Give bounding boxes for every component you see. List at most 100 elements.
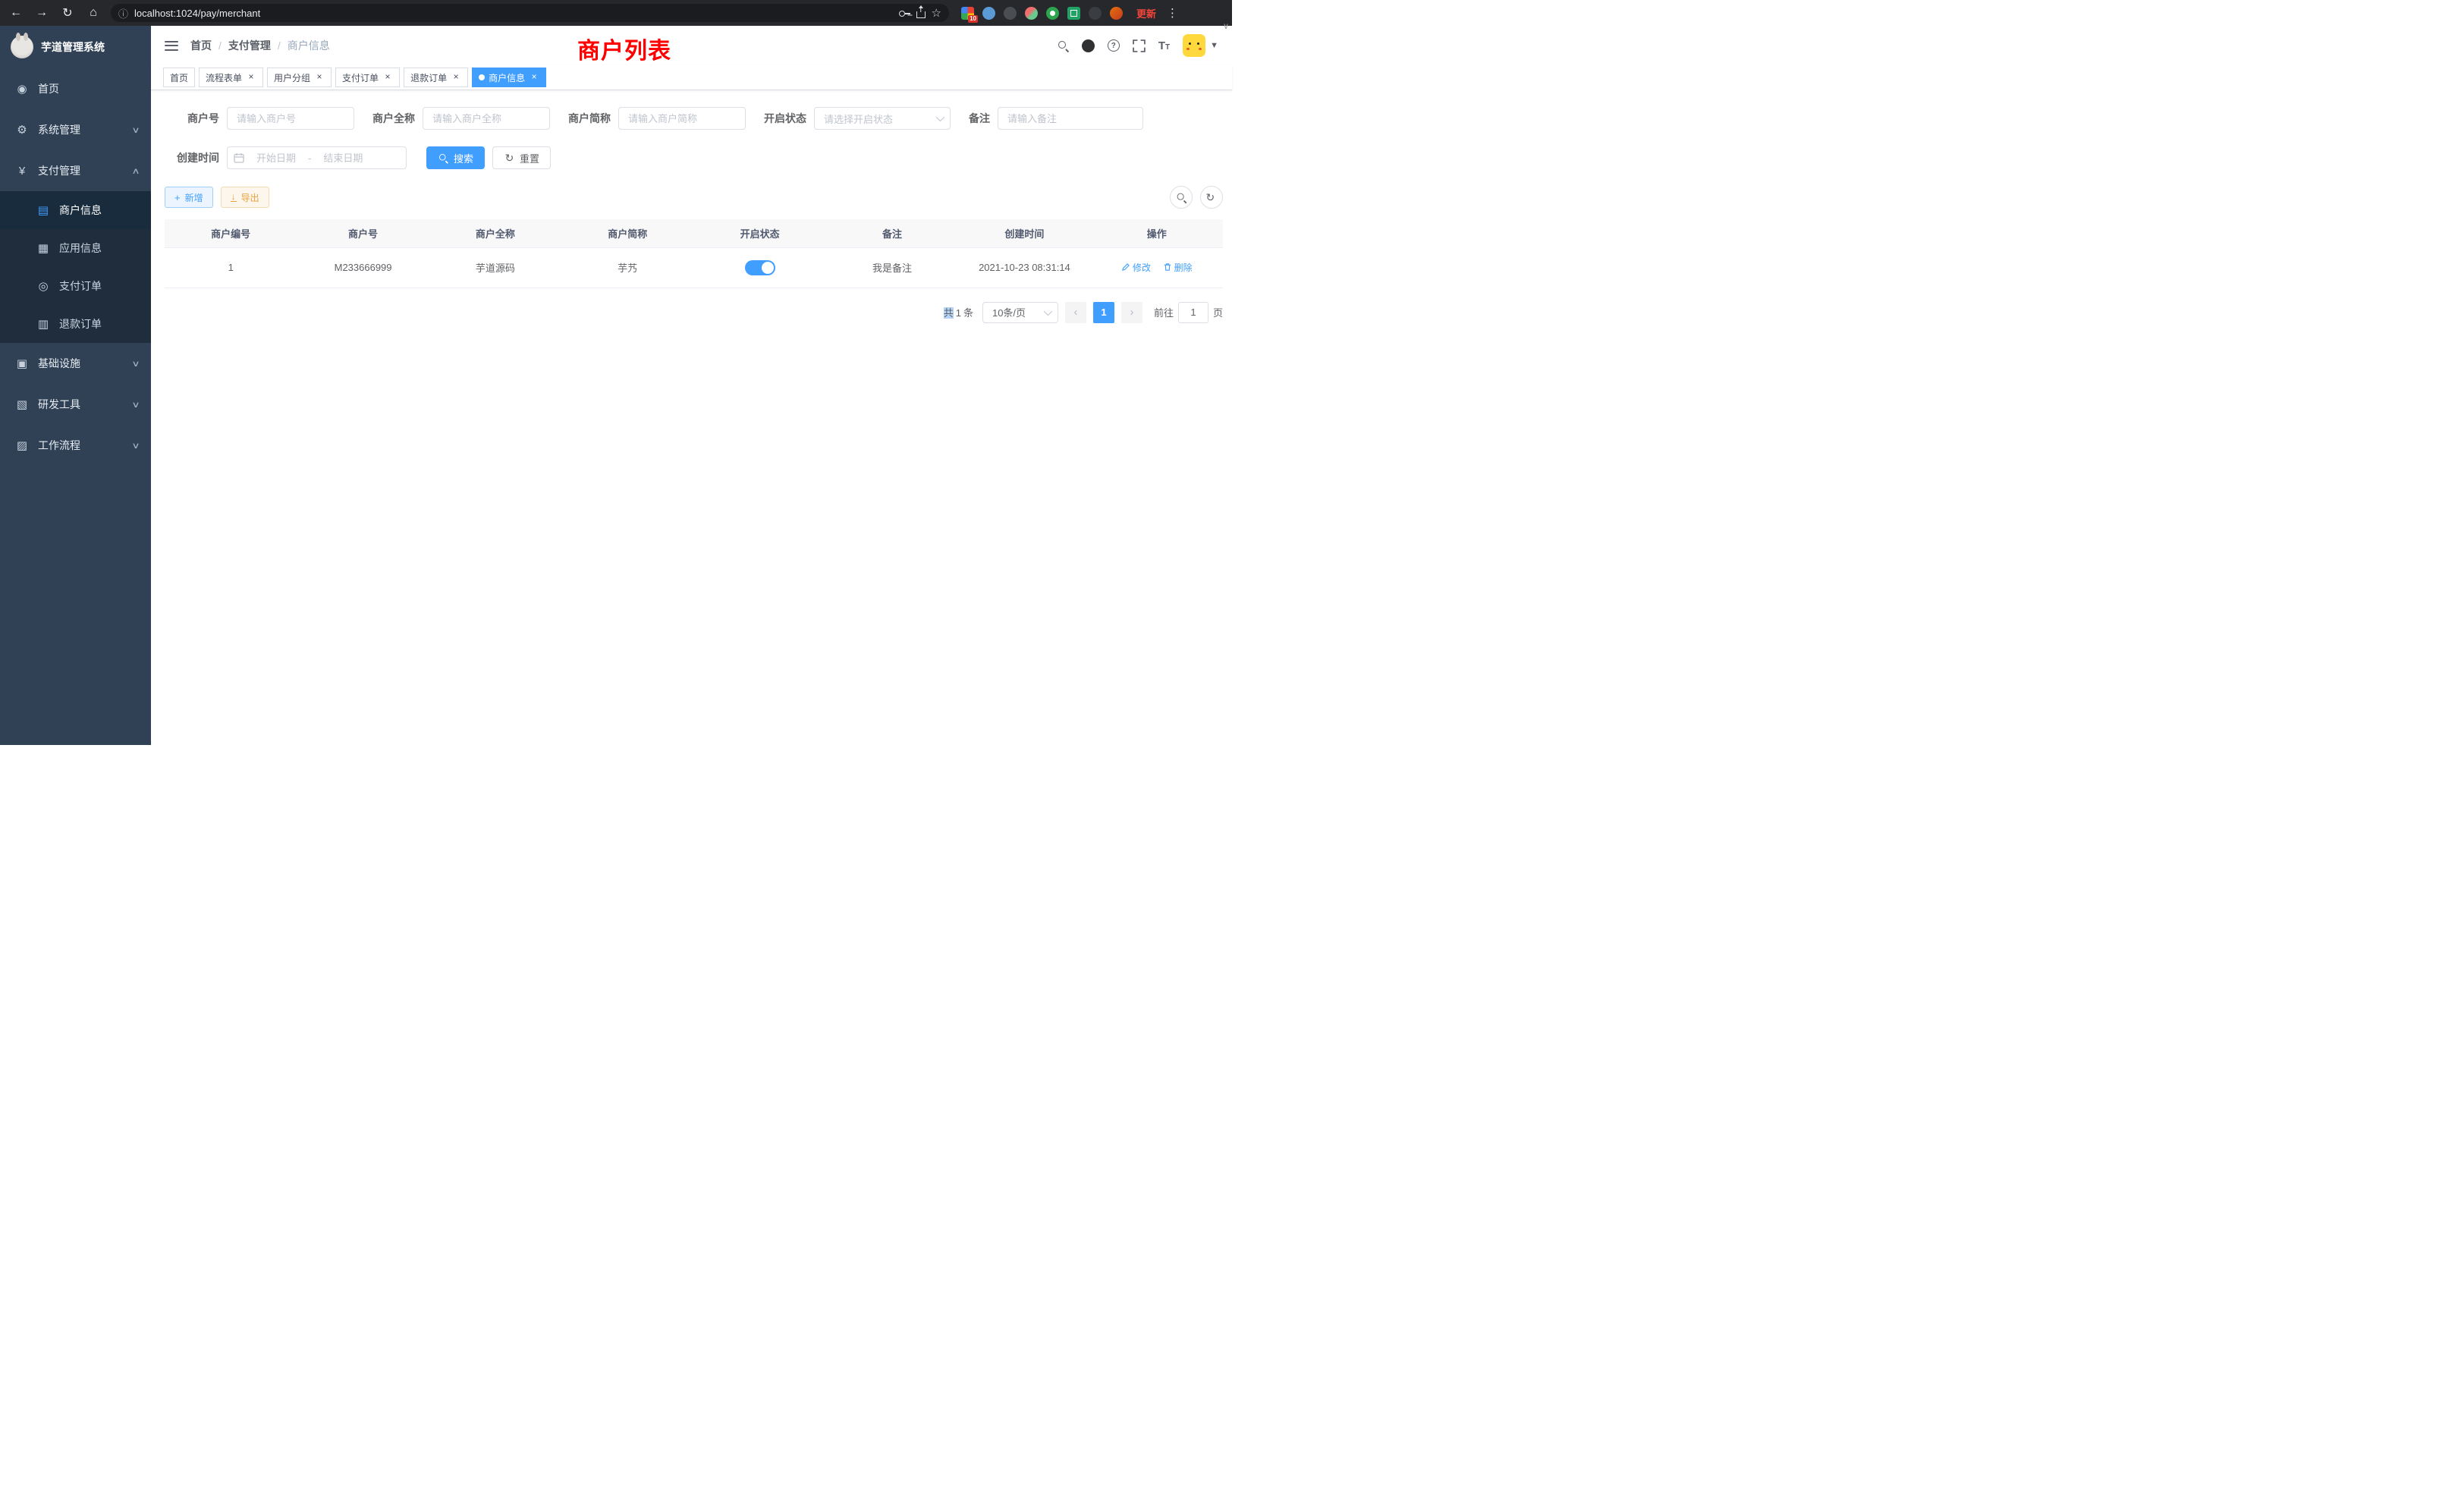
cell-full-name: 芋道源码 [429,247,561,288]
app-logo-row[interactable]: 芋道管理系统 [0,26,151,68]
close-icon[interactable]: × [246,72,256,83]
browser-update-button[interactable]: 更新 [1136,6,1156,20]
refund-doc-icon: ▥ [36,317,50,331]
status-toggle[interactable] [745,260,775,275]
tab-process-form[interactable]: 流程表单× [199,68,263,87]
profile-avatar-icon[interactable] [1110,7,1123,20]
search-icon [1176,192,1186,203]
extension-dark-icon[interactable] [1004,7,1017,20]
search-button[interactable]: 搜索 [426,146,485,169]
fullscreen-icon[interactable] [1133,39,1146,52]
download-icon: ↓ [231,193,237,202]
refresh-table-button[interactable]: ↻ [1200,186,1223,209]
tab-merchant-info[interactable]: 商户信息× [472,68,546,87]
pencil-icon [1121,262,1130,272]
refresh-icon: ↻ [504,152,515,164]
extension-green-circle-icon[interactable] [1046,7,1059,20]
site-info-icon[interactable]: ⓘ [118,6,128,20]
tab-refund-order[interactable]: 退款订单× [404,68,468,87]
add-button[interactable]: + 新增 [165,187,213,208]
sidebar-item-merchant-info[interactable]: ▤ 商户信息 [0,191,151,229]
create-time-label: 创建时间 [165,150,219,165]
page-size-select[interactable]: 10条/页 [982,302,1058,323]
date-start-input[interactable] [249,152,303,164]
extension-green-square-icon[interactable] [1067,7,1080,20]
chevron-down-icon [1044,306,1052,315]
hamburger-icon[interactable] [165,41,178,51]
remark-label: 备注 [969,111,990,126]
user-avatar[interactable] [1183,34,1205,57]
url-bar[interactable]: ⓘ localhost:1024/pay/merchant ☆ [111,4,949,22]
forward-icon[interactable]: → [33,6,50,20]
close-icon[interactable]: × [314,72,325,83]
tab-home[interactable]: 首页 [163,68,195,87]
sidebar: 芋道管理系统 ◉ 首页 ⚙ 系统管理 ∨ ¥ 支付管理 ∧ [0,26,151,745]
edit-link[interactable]: 修改 [1121,261,1151,274]
goto-page-input[interactable] [1178,302,1208,323]
page-number-1[interactable]: 1 [1093,302,1114,323]
breadcrumb-payment[interactable]: 支付管理 [228,38,271,53]
breadcrumb-home[interactable]: 首页 [190,38,212,53]
header-actions: ? TT ▼ [1058,34,1218,57]
tab-user-group[interactable]: 用户分组× [267,68,332,87]
date-range-picker[interactable]: - [227,146,407,169]
app-title: 芋道管理系统 [41,39,105,55]
browser-chrome: ← → ↻ ⌂ ⓘ localhost:1024/pay/merchant ☆ … [0,0,1232,26]
sidebar-item-dev-tools[interactable]: ▧ 研发工具 ∨ [0,384,151,425]
goto-page: 前往 页 [1154,302,1223,323]
cell-remark: 我是备注 [826,247,958,288]
gear-icon: ⚙ [15,123,29,137]
reset-button[interactable]: ↻ 重置 [492,146,551,169]
dashboard-icon: ◉ [15,82,29,96]
remark-input[interactable] [998,107,1143,130]
col-short-name: 商户简称 [561,219,693,247]
status-select[interactable]: 请选择开启状态 [814,107,951,130]
sidebar-item-workflow[interactable]: ▨ 工作流程 ∨ [0,425,151,466]
sidebar-item-pay-order[interactable]: ◎ 支付订单 [0,267,151,305]
prev-page-button[interactable]: ‹ [1065,302,1086,323]
next-page-button[interactable]: › [1121,302,1142,323]
filter-short-name: 商户简称 [568,107,746,130]
search-icon[interactable] [1058,40,1069,52]
tabs-bar: 首页 流程表单× 用户分组× 支付订单× 退款订单× 商户信息× [151,65,1232,90]
sidebar-item-payment[interactable]: ¥ 支付管理 ∧ [0,150,151,191]
bookmark-star-icon[interactable]: ☆ [932,6,941,20]
sidebar-item-infrastructure[interactable]: ▣ 基础设施 ∨ [0,343,151,384]
col-merchant-id: 商户编号 [165,219,297,247]
back-icon[interactable]: ← [8,6,24,20]
extension-drop-icon[interactable] [982,7,995,20]
share-icon[interactable] [916,11,926,18]
sidebar-item-home[interactable]: ◉ 首页 [0,68,151,109]
sidebar-item-app-info[interactable]: ▦ 应用信息 [0,229,151,267]
reload-icon[interactable]: ↻ [59,5,76,20]
sidebar-menu: ◉ 首页 ⚙ 系统管理 ∨ ¥ 支付管理 ∧ ▤ 商户信息 [0,68,151,466]
col-status: 开启状态 [694,219,826,247]
full-name-input[interactable] [423,107,550,130]
user-menu[interactable]: ▼ [1183,34,1218,57]
sidebar-item-system[interactable]: ⚙ 系统管理 ∨ [0,109,151,150]
yen-icon: ¥ [15,165,29,178]
home-icon[interactable]: ⌂ [85,6,102,20]
merchant-no-input[interactable] [227,107,354,130]
extension-badge: 10 [968,15,978,23]
font-size-icon[interactable]: TT [1158,39,1170,52]
col-merchant-no: 商户号 [297,219,429,247]
export-button[interactable]: ↓ 导出 [221,187,269,208]
extension-grid-icon[interactable]: 10 [961,7,974,20]
close-icon[interactable]: × [451,72,461,83]
sidebar-item-refund-order[interactable]: ▥ 退款订单 [0,305,151,343]
github-icon[interactable] [1082,39,1095,52]
short-name-input[interactable] [618,107,746,130]
extension-pin-icon[interactable] [1089,7,1102,20]
hide-search-button[interactable] [1170,186,1193,209]
browser-menu-icon[interactable]: ⋮ [1165,6,1180,20]
chevron-down-icon[interactable]: ∨ [1223,21,1229,31]
password-key-icon[interactable] [899,8,910,18]
date-end-input[interactable] [316,152,370,164]
delete-link[interactable]: 删除 [1163,261,1193,274]
tab-pay-order[interactable]: 支付订单× [335,68,400,87]
extension-avatar-icon[interactable] [1025,7,1038,20]
close-icon[interactable]: × [529,72,539,83]
close-icon[interactable]: × [382,72,393,83]
help-icon[interactable]: ? [1108,39,1120,52]
